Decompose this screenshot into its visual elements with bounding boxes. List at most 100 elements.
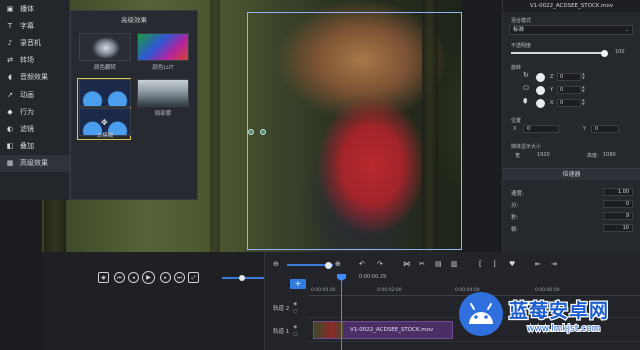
menu-item-advanced-effects[interactable]: ▦ 高级效果	[0, 154, 69, 172]
transition-icon: ⇄	[7, 56, 13, 65]
menu-item-media[interactable]: ▣ 播体	[0, 0, 69, 17]
opacity-slider-knob[interactable]	[601, 49, 608, 57]
timeline-clip[interactable]: V1-0022_ACDSEE_STOCK.mov	[313, 321, 453, 339]
spin-arrows-icon[interactable]: ▲ ▼	[582, 98, 585, 106]
left-menu: ▣ 播体 T 字幕 ♪ 录音机 ⇄ 转场 ◖ 音频效果 ↗ 动画 ◆ 行为 ◐ …	[0, 0, 70, 200]
effect-thumb-color-lut[interactable]	[137, 33, 189, 61]
opacity-slider-track[interactable]	[511, 52, 606, 54]
previous-button[interactable]: ⏮	[114, 272, 125, 283]
seconds-input[interactable]: 9	[603, 212, 633, 220]
effect-thumb-color-invert[interactable]	[79, 33, 131, 61]
behavior-icon: ◆	[7, 107, 13, 116]
rotation-dial-x[interactable]	[536, 99, 545, 108]
zoom-in-icon[interactable]: ⊕	[335, 260, 341, 268]
watermark-title: 蓝莓安卓网	[508, 299, 610, 324]
menu-item-overlay[interactable]: ◧ 叠加	[0, 138, 69, 155]
snapshot-button[interactable]: ◉	[98, 272, 109, 283]
fullscreen-button[interactable]: ⤢	[188, 272, 199, 283]
skip-back-icon: ⏮	[117, 274, 122, 281]
lock-icon[interactable]: ▢	[293, 332, 297, 337]
speed-input[interactable]: 1.00	[603, 188, 633, 196]
zoom-out-icon[interactable]: ⊖	[273, 260, 279, 268]
position-y-input[interactable]: 0	[591, 125, 619, 133]
step-forward-button[interactable]: ▸	[160, 272, 171, 283]
redo-icon[interactable]: ↷	[377, 260, 383, 268]
frames-input[interactable]: 10	[603, 224, 633, 232]
media-icon: ▣	[6, 4, 14, 13]
rotation-y-input[interactable]: 0	[557, 86, 581, 94]
step-back-button[interactable]: ◂	[128, 272, 139, 283]
lock-icon[interactable]: ▢	[293, 309, 297, 314]
speed-label: 速度:	[511, 191, 524, 197]
rotation-dial-z[interactable]	[536, 73, 545, 82]
effects-panel-title: 高级效果	[121, 16, 147, 24]
rotate-z-icon: ↻	[523, 71, 529, 79]
position-x-input[interactable]: 0	[523, 125, 559, 133]
lock-icon[interactable]: ▥	[451, 260, 458, 268]
minutes-label: 分:	[511, 203, 519, 209]
menu-item-label: 滤镜	[20, 124, 34, 133]
playback-bar: ◉ ⏮ ◂ ▶ ▸ ⏭ ⤢	[42, 252, 264, 350]
split-icon[interactable]: ⋈	[403, 260, 410, 268]
blend-mode-value: 标准	[513, 27, 525, 33]
play-button[interactable]: ▶	[142, 271, 155, 284]
menu-item-label: 行为	[20, 107, 34, 116]
microphone-icon: ♪	[7, 38, 13, 47]
blend-mode-label: 混合模式	[511, 18, 532, 24]
audio-effect-icon: ◖	[8, 73, 12, 82]
go-start-icon[interactable]: ⇤	[535, 260, 541, 268]
menu-item-text[interactable]: T 字幕	[0, 17, 69, 34]
position-label: 位置	[511, 118, 522, 124]
menu-item-behavior[interactable]: ◆ 行为	[0, 103, 69, 120]
frames-label: 帧:	[511, 227, 519, 233]
rotation-axis-label: Z	[550, 74, 554, 80]
menu-item-animation[interactable]: ↗ 动画	[0, 86, 69, 103]
next-button[interactable]: ⏭	[174, 272, 185, 283]
seconds-label: 秒:	[511, 215, 519, 221]
marker-icon[interactable]: ♥	[509, 260, 515, 268]
rotation-axis-label: Y	[550, 87, 554, 93]
effect-thumb-fog[interactable]	[137, 79, 189, 107]
go-end-icon[interactable]: ⇥	[551, 260, 557, 268]
rotation-dial-y[interactable]	[536, 86, 545, 95]
menu-item-audio-effects[interactable]: ◖ 音频效果	[0, 69, 69, 86]
fullscreen-icon: ⤢	[191, 274, 196, 281]
transform-handle[interactable]	[260, 129, 266, 135]
overlay-icon: ◧	[6, 142, 14, 151]
menu-item-filter[interactable]: ◐ 滤镜	[0, 120, 69, 137]
rotate-y-icon: ⬭	[523, 84, 529, 92]
add-track-button[interactable]: +	[290, 279, 306, 289]
timeline-zoom-knob[interactable]	[325, 261, 332, 269]
menu-item-recorder[interactable]: ♪ 录音机	[0, 34, 69, 51]
visibility-icon[interactable]: ◉	[293, 302, 297, 307]
delete-icon[interactable]: ▤	[435, 260, 442, 268]
ruler-label: 0:00:00.00	[311, 288, 336, 293]
effect-thumb-deblur-a[interactable]	[79, 79, 131, 107]
blend-mode-select[interactable]: 标准 ⌄	[509, 25, 633, 35]
cut-icon[interactable]: ✂	[419, 260, 425, 268]
spin-arrows-icon[interactable]: ▲ ▼	[582, 85, 585, 93]
track-header-2: 轨道 2 ◉ ▢	[265, 298, 309, 318]
playhead[interactable]	[341, 274, 342, 350]
visibility-icon[interactable]: ◉	[293, 325, 297, 330]
opacity-label: 不透明度	[511, 43, 532, 49]
filter-icon: ◐	[6, 124, 14, 133]
minutes-input[interactable]: 0	[603, 200, 633, 208]
position-x-label: X	[513, 126, 517, 132]
undo-icon[interactable]: ↶	[359, 260, 365, 268]
rotation-x-input[interactable]: 0	[557, 99, 581, 107]
effects-panel: 高级效果 颜色翻转 颜色LUT 去模糊 ✥ 局部雾	[70, 10, 198, 200]
mark-in-icon[interactable]: [	[479, 260, 482, 268]
playback-progress-knob[interactable]	[239, 275, 245, 281]
menu-item-label: 叠加	[20, 142, 34, 151]
clip-transform-frame[interactable]	[247, 12, 462, 250]
width-value: 1920	[537, 152, 550, 158]
spin-arrows-icon[interactable]: ▲ ▼	[582, 72, 585, 80]
menu-item-transition[interactable]: ⇄ 转场	[0, 52, 69, 69]
properties-file-title: V1-0022_ACDSEE_STOCK.mov	[503, 0, 640, 12]
effect-label: 去模糊	[96, 133, 114, 139]
track-label: 轨道 1	[273, 329, 290, 335]
rotation-z-input[interactable]: 0	[557, 73, 581, 81]
transform-handle[interactable]	[248, 129, 254, 135]
mark-out-icon[interactable]: ]	[493, 260, 496, 268]
